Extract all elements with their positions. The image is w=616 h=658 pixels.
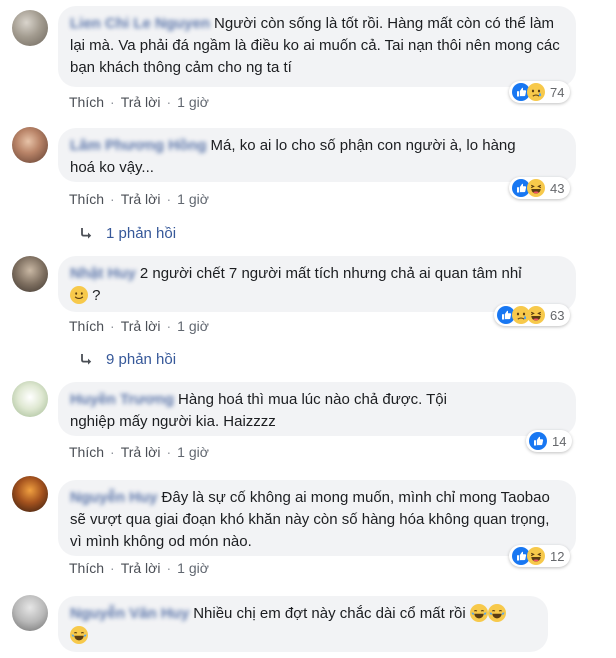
comment-author[interactable]: Huyền Trương (70, 391, 174, 408)
haha-reaction-icon (527, 306, 545, 324)
sad-reaction-icon (527, 83, 545, 101)
comment-timestamp[interactable]: 1 giờ (177, 191, 209, 207)
comment-author[interactable]: Lâm Phương Hồng (70, 137, 207, 154)
like-link[interactable]: Thích (69, 94, 104, 110)
comment-actions: Thích · Trả lời · 1 giờ (69, 560, 209, 576)
avatar[interactable] (12, 127, 48, 163)
comment-actions: Thích · Trả lời · 1 giờ (69, 94, 209, 110)
reaction-count: 43 (550, 180, 565, 196)
reaction-count: 63 (550, 307, 565, 323)
like-link[interactable]: Thích (69, 560, 104, 576)
comment-author[interactable]: Nguyễn Huy (70, 489, 158, 506)
haha-reaction-icon (527, 547, 545, 565)
comment-bubble: Nguyễn Văn Huy Nhiều chị em đợt này chắc … (58, 596, 548, 652)
like-link[interactable]: Thích (69, 444, 104, 460)
comment-text: Nhiều chị em đợt này chắc dài cổ mất rồi (193, 605, 466, 622)
laugh-cry-emoji-icon (488, 604, 506, 622)
view-replies-link[interactable]: 1 phản hồi (78, 224, 176, 244)
reply-link[interactable]: Trả lời (121, 560, 161, 576)
view-replies-link[interactable]: 9 phản hồi (78, 350, 176, 370)
comment-timestamp[interactable]: 1 giờ (177, 560, 209, 576)
reply-link[interactable]: Trả lời (121, 318, 161, 334)
comment-bubble: Nhật Huy 2 người chết 7 người mất tích nh… (58, 256, 576, 312)
reply-link[interactable]: Trả lời (121, 191, 161, 207)
comment-timestamp[interactable]: 1 giờ (177, 318, 209, 334)
laugh-cry-emoji-icon (70, 626, 88, 644)
reaction-count: 74 (550, 84, 565, 100)
reply-arrow-icon (78, 226, 94, 242)
laugh-cry-emoji-icon (470, 604, 488, 622)
comment-actions: Thích · Trả lời · 1 giờ (69, 444, 209, 460)
comment-author[interactable]: Nhật Huy (70, 265, 136, 282)
comment-author[interactable]: Nguyễn Văn Huy (70, 605, 189, 622)
haha-reaction-icon (527, 179, 545, 197)
like-link[interactable]: Thích (69, 191, 104, 207)
comment-actions: Thích · Trả lời · 1 giờ (69, 318, 209, 334)
like-link[interactable]: Thích (69, 318, 104, 334)
comment-actions: Thích · Trả lời · 1 giờ (69, 191, 209, 207)
comment-author[interactable]: Lien Chi Le Nguyen (70, 15, 210, 32)
comment-bubble: Lien Chi Le Nguyen Người còn sống là tốt … (58, 6, 576, 87)
replies-count: 1 phản hồi (106, 225, 177, 242)
avatar[interactable] (12, 595, 48, 631)
replies-count: 9 phản hồi (106, 351, 177, 368)
comment-text: 2 người chết 7 người mất tích nhưng chả … (139, 265, 522, 282)
reaction-summary[interactable]: 74 (509, 81, 571, 103)
like-reaction-icon (529, 432, 547, 450)
reaction-count: 12 (550, 548, 565, 564)
reaction-summary[interactable]: 14 (526, 430, 573, 452)
comment-bubble: Huyền Trương Hàng hoá thì mua lúc nào chả… (58, 382, 576, 436)
reaction-summary[interactable]: 12 (509, 545, 571, 567)
comment-timestamp[interactable]: 1 giờ (177, 444, 209, 460)
comment-timestamp[interactable]: 1 giờ (177, 94, 209, 110)
avatar[interactable] (12, 256, 48, 292)
reply-arrow-icon (78, 352, 94, 368)
reply-link[interactable]: Trả lời (121, 94, 161, 110)
reaction-summary[interactable]: 63 (494, 304, 571, 326)
comment-bubble: Nguyễn Huy Đây là sự cố không ai mong muố… (58, 480, 576, 556)
avatar[interactable] (12, 381, 48, 417)
comment-bubble: Lâm Phương Hồng Má, ko ai lo cho số phận … (58, 128, 576, 182)
reply-link[interactable]: Trả lời (121, 444, 161, 460)
avatar[interactable] (12, 476, 48, 512)
reaction-count: 14 (552, 433, 567, 449)
avatar[interactable] (12, 10, 48, 46)
smile-emoji-icon (70, 286, 88, 304)
reaction-summary[interactable]: 43 (509, 177, 571, 199)
comment-text-suffix: ? (92, 287, 101, 304)
